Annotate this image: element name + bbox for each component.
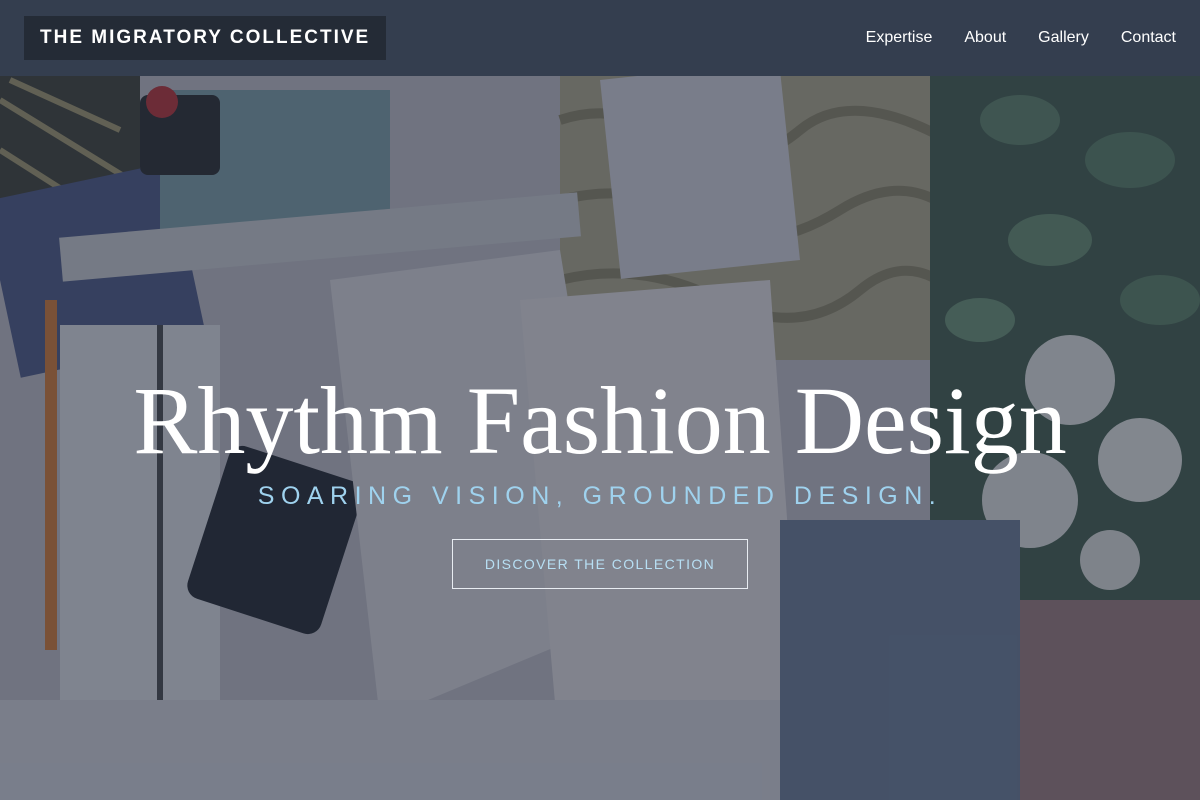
nav-link-gallery[interactable]: Gallery xyxy=(1038,29,1089,47)
nav-link-expertise[interactable]: Expertise xyxy=(866,29,933,47)
hero-title: Rhythm Fashion Design xyxy=(133,367,1067,474)
hero-subtitle: SOARING VISION, GROUNDED DESIGN. xyxy=(257,482,943,510)
nav-link-contact[interactable]: Contact xyxy=(1121,29,1176,47)
brand-logo[interactable]: THE MIGRATORY COLLECTIVE xyxy=(24,16,387,60)
top-navbar: THE MIGRATORY COLLECTIVE Expertise About… xyxy=(0,0,1200,76)
main-nav: Expertise About Gallery Contact xyxy=(866,29,1176,47)
hero-section: Rhythm Fashion Design SOARING VISION, GR… xyxy=(0,76,1200,800)
nav-link-about[interactable]: About xyxy=(964,29,1006,47)
discover-collection-button[interactable]: DISCOVER THE COLLECTION xyxy=(452,539,748,589)
